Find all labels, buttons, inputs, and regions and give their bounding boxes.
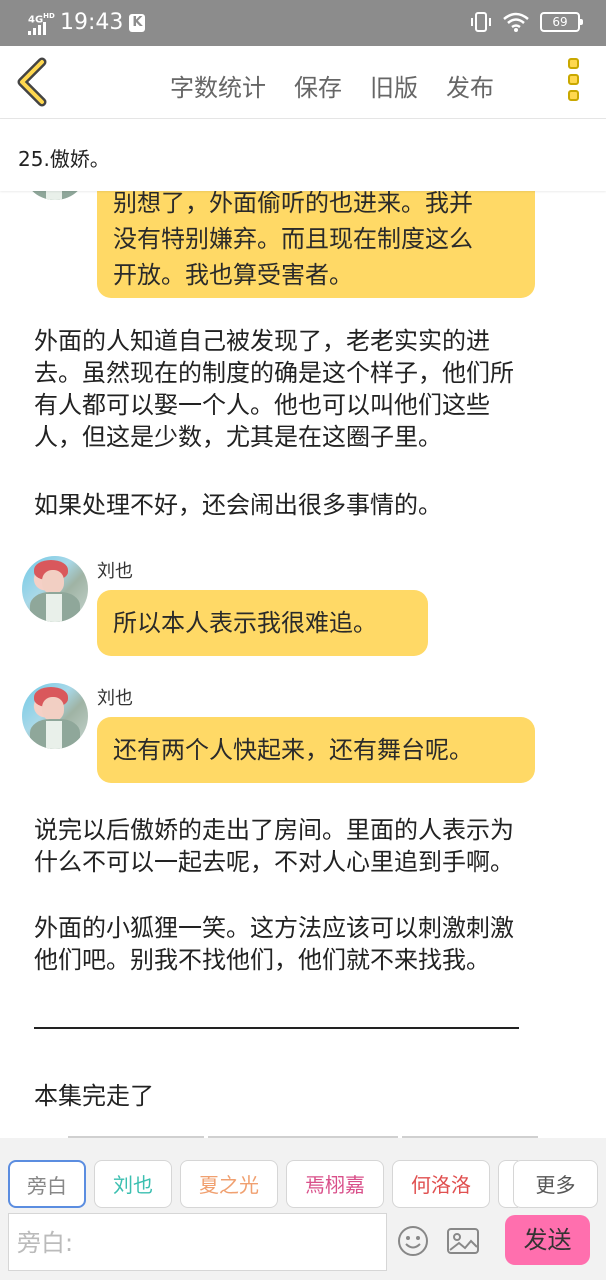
dialogue-bubble[interactable]: 别想了，外面偷听的也进来。我并 没有特别嫌弃。而且现在制度这么 开放。我也算受害… <box>97 191 535 298</box>
avatar <box>22 556 88 622</box>
image-icon[interactable] <box>446 1227 480 1255</box>
speaker-name: 刘也 <box>97 688 133 709</box>
narration-line: 人，但这是少数，尤其是在这圈子里。 <box>34 423 442 451</box>
role-tab-yanxujia[interactable]: 焉栩嘉 <box>286 1160 384 1208</box>
narration-line: 有人都可以娶一个人。他也可以叫他们这些 <box>34 391 490 419</box>
bubble-line: 别想了，外面偷听的也进来。我并 <box>113 191 473 217</box>
narration-paragraph[interactable]: 说完以后傲娇的走出了房间。里面的人表示为 什么不可以一起去呢，不对人心里追到手啊… <box>34 814 579 878</box>
send-button[interactable]: 发送 <box>505 1215 590 1265</box>
narration-paragraph[interactable]: 外面的小狐狸一笑。这方法应该可以刺激刺激 他们吧。别我不找他们，他们就不来找我。 <box>34 912 579 976</box>
battery-icon: 69 <box>540 12 583 32</box>
speaker-name: 刘也 <box>97 561 133 582</box>
narration-line: 说完以后傲娇的走出了房间。里面的人表示为 <box>34 816 514 844</box>
old-version-button[interactable]: 旧版 <box>370 68 418 103</box>
message-input[interactable] <box>15 1222 379 1264</box>
chevron-left-icon[interactable] <box>12 56 56 108</box>
input-panel: 旁白 刘也 夏之光 焉栩嘉 何洛洛 更多 发送 <box>0 1138 606 1280</box>
narration-line: 什么不可以一起去呢，不对人心里追到手啊。 <box>34 848 514 876</box>
editor-toolbar: 字数统计 保存 旧版 发布 <box>0 46 606 119</box>
role-tab-xiazhiguang[interactable]: 夏之光 <box>180 1160 278 1208</box>
narration-paragraph[interactable]: 本集完走了 <box>34 1080 579 1112</box>
message-input-box[interactable] <box>8 1213 387 1271</box>
dialogue-bubble[interactable]: 所以本人表示我很难追。 <box>97 590 428 656</box>
avatar <box>22 191 88 200</box>
narration-line: 外面的小狐狸一笑。这方法应该可以刺激刺激 <box>34 914 514 942</box>
role-tab-liuye[interactable]: 刘也 <box>94 1160 172 1208</box>
wifi-icon <box>503 12 529 32</box>
chapter-title[interactable]: 25.傲娇。 <box>18 143 110 172</box>
story-content[interactable]: 别想了，外面偷听的也进来。我并 没有特别嫌弃。而且现在制度这么 开放。我也算受害… <box>0 191 606 1138</box>
role-tab-heluoluo[interactable]: 何洛洛 <box>392 1160 490 1208</box>
publish-button[interactable]: 发布 <box>446 68 494 103</box>
word-count-button[interactable]: 字数统计 <box>170 68 266 103</box>
role-tab-narrator[interactable]: 旁白 <box>8 1160 86 1208</box>
k-badge-icon: K <box>129 13 146 32</box>
narration-line: 他们吧。别我不找他们，他们就不来找我。 <box>34 946 490 974</box>
toolbar-actions: 字数统计 保存 旧版 发布 <box>170 68 494 103</box>
narration-line: 去。虽然现在的制度的确是这个样子，他们所 <box>34 359 514 387</box>
more-vertical-icon[interactable] <box>561 58 585 108</box>
vibrate-icon <box>471 12 491 32</box>
save-button[interactable]: 保存 <box>294 68 342 103</box>
more-roles-button[interactable]: 更多 <box>513 1160 598 1208</box>
separator-line <box>34 1027 519 1029</box>
clock: 19:43 <box>60 10 124 35</box>
narration-paragraph[interactable]: 外面的人知道自己被发现了，老老实实的进 去。虽然现在的制度的确是这个样子，他们所… <box>34 325 579 453</box>
narration-paragraph[interactable]: 如果处理不好，还会闹出很多事情的。 <box>34 489 579 521</box>
bubble-line: 开放。我也算受害者。 <box>113 261 353 289</box>
emoji-icon[interactable] <box>397 1225 429 1257</box>
chapter-header: 25.傲娇。 <box>0 119 606 191</box>
signal-icon: 4GHD <box>28 11 55 35</box>
narration-line: 外面的人知道自己被发现了，老老实实的进 <box>34 327 490 355</box>
dialogue-bubble[interactable]: 还有两个人快起来，还有舞台呢。 <box>97 717 535 783</box>
avatar <box>22 683 88 749</box>
bubble-line: 没有特别嫌弃。而且现在制度这么 <box>113 225 473 253</box>
status-bar: 4GHD 19:43 K 69 <box>0 0 606 46</box>
